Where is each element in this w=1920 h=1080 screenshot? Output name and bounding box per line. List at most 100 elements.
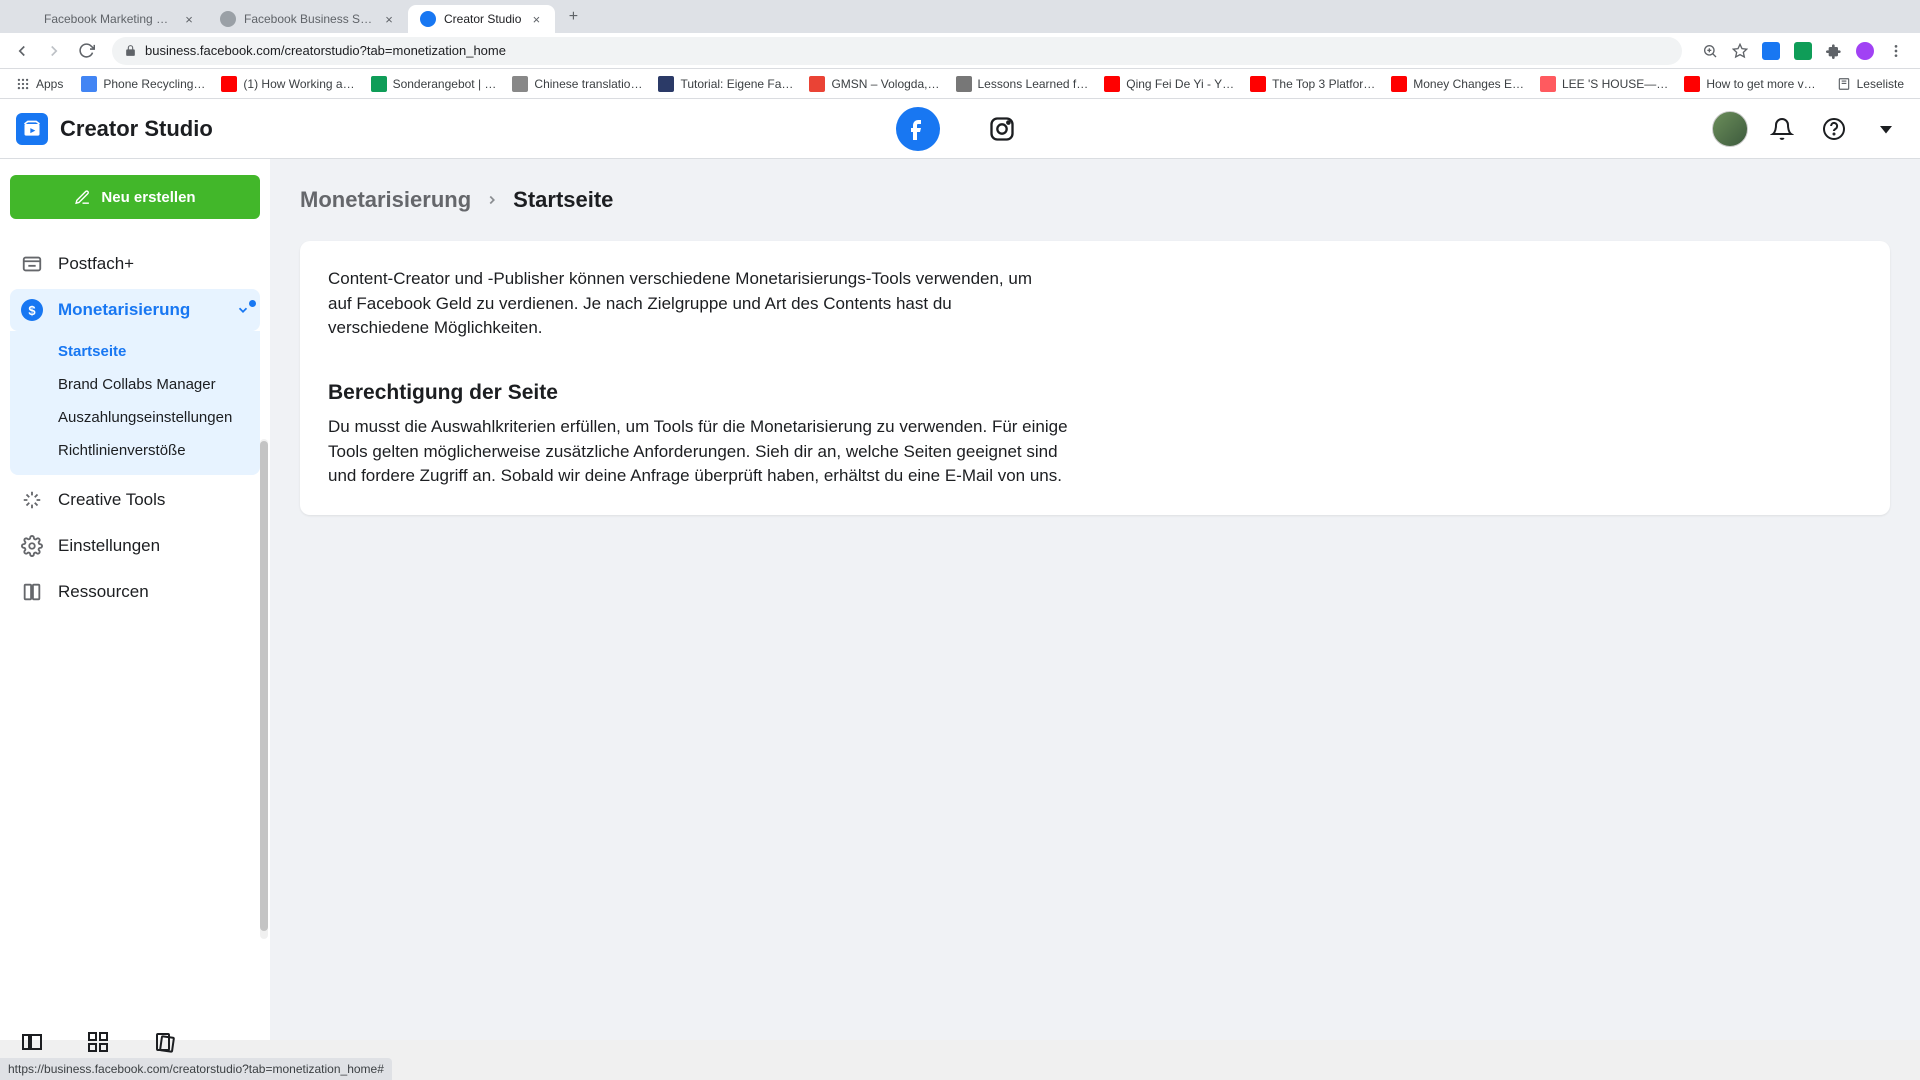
create-button[interactable]: Neu erstellen bbox=[10, 175, 260, 219]
close-icon[interactable]: × bbox=[382, 12, 396, 26]
resources-icon bbox=[20, 581, 44, 603]
sidebar-item-creative-tools[interactable]: Creative Tools bbox=[10, 479, 260, 521]
bookmark-label: Phone Recycling… bbox=[103, 77, 205, 91]
apps-button[interactable]: Apps bbox=[8, 72, 71, 96]
star-icon[interactable] bbox=[1732, 43, 1748, 59]
bookmark-label: Tutorial: Eigene Fa… bbox=[680, 77, 793, 91]
subitem-home[interactable]: Startseite bbox=[10, 335, 260, 368]
intro-text: Content-Creator und -Publisher können ve… bbox=[328, 267, 1048, 341]
bookmark-item[interactable]: (1) How Working a… bbox=[213, 72, 362, 96]
browser-tab-active[interactable]: Creator Studio × bbox=[408, 5, 555, 33]
bookmark-item[interactable]: The Top 3 Platfor… bbox=[1242, 72, 1383, 96]
library-icon[interactable] bbox=[20, 1030, 46, 1056]
chevron-right-icon bbox=[485, 193, 499, 207]
scrollbar-thumb[interactable] bbox=[260, 441, 268, 931]
bookmark-favicon bbox=[658, 76, 674, 92]
bookmark-favicon bbox=[1391, 76, 1407, 92]
bookmark-label: (1) How Working a… bbox=[243, 77, 354, 91]
card-icon[interactable] bbox=[152, 1030, 178, 1056]
address-bar[interactable]: business.facebook.com/creatorstudio?tab=… bbox=[112, 37, 1682, 65]
facebook-tab[interactable] bbox=[896, 107, 940, 151]
apps-label: Apps bbox=[36, 77, 63, 91]
app-body: Neu erstellen Postfach+ $ Monetarisierun… bbox=[0, 159, 1920, 1040]
extension-icon[interactable] bbox=[1762, 42, 1780, 60]
create-label: Neu erstellen bbox=[101, 189, 195, 206]
bookmark-favicon bbox=[1684, 76, 1700, 92]
sidebar-label: Creative Tools bbox=[58, 490, 165, 510]
close-icon[interactable]: × bbox=[529, 12, 543, 26]
url-text: business.facebook.com/creatorstudio?tab=… bbox=[145, 43, 506, 58]
bookmark-item[interactable]: Datenschutz – Re… bbox=[1824, 72, 1827, 96]
sidebar-item-settings[interactable]: Einstellungen bbox=[10, 525, 260, 567]
app-title: Creator Studio bbox=[60, 116, 213, 142]
bookmark-item[interactable]: Phone Recycling… bbox=[73, 72, 213, 96]
forward-button[interactable] bbox=[40, 37, 68, 65]
reading-list-button[interactable]: Leseliste bbox=[1829, 77, 1912, 91]
extensions-menu-icon[interactable] bbox=[1826, 43, 1842, 59]
bottom-icon-bar bbox=[0, 1030, 270, 1056]
bookmark-item[interactable]: Money Changes E… bbox=[1383, 72, 1532, 96]
subitem-policy-issues[interactable]: Richtlinienverstöße bbox=[10, 434, 260, 467]
main-content: Monetarisierung Startseite Content-Creat… bbox=[270, 159, 1920, 1040]
tab-title: Facebook Marketing & Werbe… bbox=[44, 12, 174, 26]
sidebar-submenu: Startseite Brand Collabs Manager Auszahl… bbox=[10, 331, 260, 475]
bookmark-label: LEE 'S HOUSE—… bbox=[1562, 77, 1668, 91]
app-header: Creator Studio bbox=[0, 99, 1920, 159]
creator-studio-logo[interactable] bbox=[16, 113, 48, 145]
bookmark-item[interactable]: Chinese translatio… bbox=[504, 72, 650, 96]
avatar[interactable] bbox=[1712, 111, 1748, 147]
bookmark-label: How to get more v… bbox=[1706, 77, 1815, 91]
bookmark-item[interactable]: Qing Fei De Yi - Y… bbox=[1096, 72, 1242, 96]
extension-icon[interactable] bbox=[1794, 42, 1812, 60]
sidebar-item-monetization[interactable]: $ Monetarisierung bbox=[10, 289, 260, 331]
reading-list-label: Leseliste bbox=[1857, 77, 1904, 91]
browser-tab[interactable]: Facebook Marketing & Werbe… × bbox=[8, 5, 208, 33]
section-body: Du musst die Auswahlkriterien erfüllen, … bbox=[328, 415, 1068, 489]
bookmark-item[interactable]: How to get more v… bbox=[1676, 72, 1823, 96]
lock-icon bbox=[124, 44, 137, 57]
bookmark-label: Money Changes E… bbox=[1413, 77, 1524, 91]
section-title: Berechtigung der Seite bbox=[328, 381, 1862, 405]
notifications-icon[interactable] bbox=[1764, 111, 1800, 147]
bookmark-favicon bbox=[512, 76, 528, 92]
bookmark-item[interactable]: Sonderangebot | … bbox=[363, 72, 505, 96]
bookmark-favicon bbox=[809, 76, 825, 92]
reload-button[interactable] bbox=[72, 37, 100, 65]
bookmark-item[interactable]: LEE 'S HOUSE—… bbox=[1532, 72, 1676, 96]
breadcrumb-root[interactable]: Monetarisierung bbox=[300, 187, 471, 213]
help-icon[interactable] bbox=[1816, 111, 1852, 147]
bookmark-favicon bbox=[1250, 76, 1266, 92]
sidebar-item-resources[interactable]: Ressourcen bbox=[10, 571, 260, 613]
menu-icon[interactable] bbox=[1888, 43, 1904, 59]
new-tab-button[interactable]: + bbox=[559, 3, 587, 31]
status-bar: https://business.facebook.com/creatorstu… bbox=[0, 1058, 392, 1080]
zoom-icon[interactable] bbox=[1702, 43, 1718, 59]
bookmark-item[interactable]: Tutorial: Eigene Fa… bbox=[650, 72, 801, 96]
bookmark-label: Sonderangebot | … bbox=[393, 77, 497, 91]
inbox-icon bbox=[20, 253, 44, 275]
subitem-payout-settings[interactable]: Auszahlungseinstellungen bbox=[10, 401, 260, 434]
tab-favicon bbox=[220, 11, 236, 27]
account-menu-icon[interactable] bbox=[1868, 111, 1904, 147]
bookmark-label: Qing Fei De Yi - Y… bbox=[1126, 77, 1234, 91]
header-actions bbox=[1712, 111, 1904, 147]
grid-icon[interactable] bbox=[86, 1030, 112, 1056]
scrollbar[interactable] bbox=[260, 439, 268, 939]
browser-tab[interactable]: Facebook Business Suite × bbox=[208, 5, 408, 33]
sidebar-label: Monetarisierung bbox=[58, 300, 190, 320]
bookmark-item[interactable]: GMSN – Vologda,… bbox=[801, 72, 947, 96]
instagram-tab[interactable] bbox=[980, 107, 1024, 151]
close-icon[interactable]: × bbox=[182, 12, 196, 26]
sparkle-icon bbox=[20, 489, 44, 511]
bookmarks-bar: Apps Phone Recycling… (1) How Working a… S… bbox=[0, 69, 1920, 99]
sidebar-item-inbox[interactable]: Postfach+ bbox=[10, 243, 260, 285]
sidebar-label: Einstellungen bbox=[58, 536, 160, 556]
tab-favicon bbox=[420, 11, 436, 27]
chevron-down-icon bbox=[236, 303, 250, 317]
profile-icon[interactable] bbox=[1856, 42, 1874, 60]
bookmark-favicon bbox=[81, 76, 97, 92]
subitem-brand-collabs[interactable]: Brand Collabs Manager bbox=[10, 368, 260, 401]
back-button[interactable] bbox=[8, 37, 36, 65]
bookmark-item[interactable]: Lessons Learned f… bbox=[948, 72, 1097, 96]
bookmark-favicon bbox=[371, 76, 387, 92]
